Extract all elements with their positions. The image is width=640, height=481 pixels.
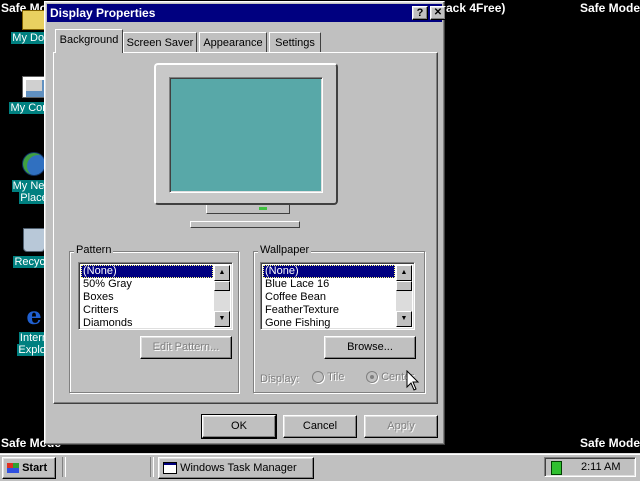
monitor-screen xyxy=(169,77,323,193)
tab-appearance[interactable]: Appearance xyxy=(199,32,267,52)
taskbar-item-label: Windows Task Manager xyxy=(180,462,297,474)
tab-screen-saver[interactable]: Screen Saver xyxy=(123,32,197,52)
tile-radio-label: Tile xyxy=(327,371,345,384)
mouse-cursor-icon xyxy=(406,370,420,391)
safe-mode-bottom-right: Safe Mode xyxy=(580,436,640,450)
windows-logo-icon xyxy=(7,463,19,474)
list-item[interactable]: Gone Fishing xyxy=(263,317,412,329)
tab-panel: Pattern (None) 50% Gray Boxes Critters D… xyxy=(53,52,438,404)
my-computer-icon xyxy=(22,76,46,98)
my-documents-icon xyxy=(22,10,46,30)
scroll-down-icon[interactable]: ▼ xyxy=(214,311,230,327)
help-button[interactable]: ? xyxy=(412,6,428,20)
tab-background[interactable]: Background xyxy=(55,29,123,53)
tile-radio[interactable]: Tile xyxy=(312,371,344,385)
monitor-preview xyxy=(154,63,340,228)
tray-status-icon[interactable] xyxy=(551,461,562,475)
monitor-bezel xyxy=(154,63,338,205)
wallpaper-listbox[interactable]: (None) Blue Lace 16 Coffee Bean FeatherT… xyxy=(260,262,415,330)
taskbar-divider xyxy=(62,457,66,477)
list-item[interactable]: Coffee Bean xyxy=(263,291,412,304)
recycle-bin-icon xyxy=(23,228,45,252)
task-manager-icon xyxy=(163,462,177,475)
scroll-thumb[interactable] xyxy=(214,281,230,291)
ok-button[interactable]: OK xyxy=(201,414,277,439)
pattern-listbox[interactable]: (None) 50% Gray Boxes Critters Diamonds … xyxy=(78,262,233,330)
list-item[interactable]: (None) xyxy=(263,265,395,278)
browse-button[interactable]: Browse... xyxy=(324,336,416,359)
start-label: Start xyxy=(22,462,48,474)
list-item[interactable]: Boxes xyxy=(81,291,230,304)
tab-settings[interactable]: Settings xyxy=(269,32,321,52)
network-places-icon xyxy=(22,152,46,176)
wallpaper-group-label: Wallpaper xyxy=(258,244,312,256)
pattern-scrollbar[interactable]: ▲ ▼ xyxy=(214,265,230,327)
taskbar-divider xyxy=(150,457,154,477)
list-item[interactable]: Diamonds xyxy=(81,317,230,329)
scroll-thumb[interactable] xyxy=(396,281,412,291)
quick-launch-area xyxy=(68,457,144,477)
safe-mode-top-right: Safe Mode xyxy=(580,1,640,15)
list-item[interactable]: Critters xyxy=(81,304,230,317)
display-label: Display: xyxy=(260,373,300,385)
pattern-group-label: Pattern xyxy=(74,244,114,256)
dialog-title: Display Properties xyxy=(50,6,156,20)
edit-pattern-button[interactable]: Edit Pattern... xyxy=(140,336,232,359)
close-button[interactable]: ✕ xyxy=(430,6,446,20)
start-button[interactable]: Start xyxy=(2,457,56,479)
desktop-background-text: ack 4Free) xyxy=(446,1,506,15)
display-properties-dialog: Display Properties ? ✕ Background Screen… xyxy=(44,1,446,445)
scroll-up-icon[interactable]: ▲ xyxy=(214,265,230,281)
scroll-up-icon[interactable]: ▲ xyxy=(396,265,412,281)
list-item[interactable]: Blue Lace 16 xyxy=(263,278,412,291)
monitor-neck xyxy=(206,205,290,214)
radio-button-icon xyxy=(312,371,324,384)
taskbar: Start Windows Task Manager 2:11 AM xyxy=(0,453,640,481)
list-item[interactable]: 50% Gray xyxy=(81,278,230,291)
list-item[interactable]: (None) xyxy=(81,265,213,278)
system-tray: 2:11 AM xyxy=(544,457,636,477)
radio-button-icon xyxy=(366,371,378,384)
list-item[interactable]: FeatherTexture xyxy=(263,304,412,317)
wallpaper-scrollbar[interactable]: ▲ ▼ xyxy=(396,265,412,327)
clock[interactable]: 2:11 AM xyxy=(581,461,621,473)
apply-button[interactable]: Apply xyxy=(364,415,438,438)
scroll-down-icon[interactable]: ▼ xyxy=(396,311,412,327)
cancel-button[interactable]: Cancel xyxy=(283,415,357,438)
monitor-base xyxy=(190,221,300,228)
title-bar[interactable]: Display Properties ? ✕ xyxy=(47,4,446,22)
taskbar-item-task-manager[interactable]: Windows Task Manager xyxy=(158,457,314,479)
